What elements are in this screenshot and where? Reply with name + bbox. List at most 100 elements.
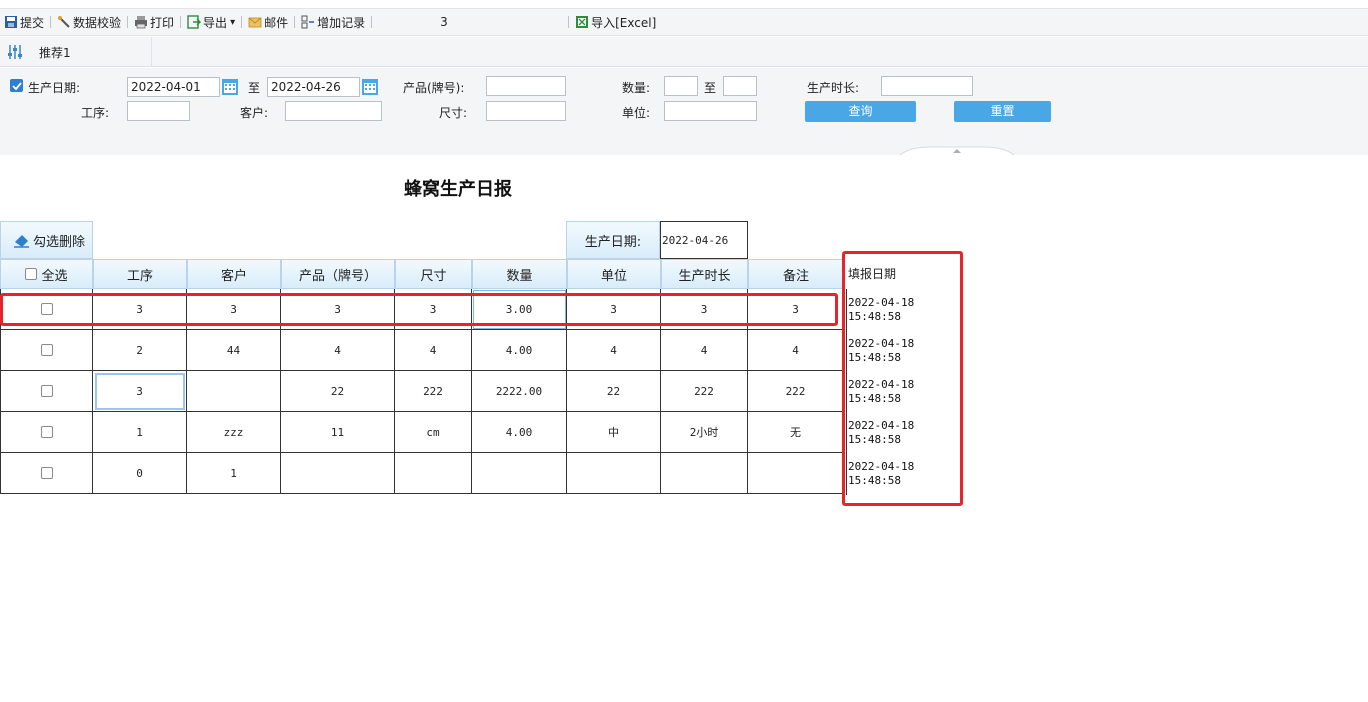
add-record-button[interactable]: 增加记录 [297, 12, 369, 32]
size-field[interactable] [486, 101, 566, 121]
validate-label: 数据校验 [73, 15, 122, 30]
to-label-1: 至 [248, 81, 261, 95]
chevron-down-icon: ▾ [230, 16, 236, 28]
table-cell[interactable] [472, 453, 567, 494]
table-cell[interactable]: 4 [661, 330, 748, 371]
table-cell[interactable]: 中 [567, 412, 661, 453]
table-cell[interactable]: 2小时 [661, 412, 748, 453]
submit-label: 提交 [20, 15, 45, 30]
mail-icon [248, 17, 262, 28]
filter-settings-icon[interactable] [0, 37, 30, 67]
table-cell[interactable]: 222 [661, 371, 748, 412]
delete-selected-label: 勾选删除 [33, 234, 86, 250]
reset-button[interactable]: 重置 [954, 101, 1051, 122]
qty-from-field[interactable] [664, 76, 698, 96]
select-all-checkbox[interactable] [25, 268, 38, 280]
collapse-toggle[interactable] [900, 146, 1014, 155]
row-checkbox[interactable] [40, 344, 53, 356]
date-from-field[interactable]: 2022-04-01 [127, 77, 220, 97]
date-to-field[interactable]: 2022-04-26 [267, 77, 360, 97]
table-cell[interactable] [281, 453, 395, 494]
unit-label: 单位: [622, 106, 651, 120]
table-cell[interactable]: zzz [187, 412, 281, 453]
import-excel-label: 导入[Excel] [591, 15, 657, 30]
add-row-icon [301, 15, 315, 29]
table-cell[interactable]: 2222.00 [472, 371, 567, 412]
table-cell[interactable]: 无 [748, 412, 844, 453]
column-header: 产品（牌号） [281, 259, 395, 289]
table-cell[interactable]: 4 [748, 330, 844, 371]
table-cell[interactable]: 4 [567, 330, 661, 371]
check-icon [11, 81, 22, 90]
tab-recommend[interactable]: 推荐1 [30, 37, 152, 67]
table-cell[interactable]: 44 [187, 330, 281, 371]
table-cell[interactable]: 222 [395, 371, 472, 412]
row-select-cell [0, 330, 93, 371]
select-all[interactable]: 全选 [0, 259, 93, 289]
table-cell[interactable]: 0 [93, 453, 187, 494]
table-cell[interactable]: 2 [93, 330, 187, 371]
table-cell[interactable]: 22 [281, 371, 395, 412]
table-cell[interactable] [567, 453, 661, 494]
toolbar-separator [180, 16, 182, 28]
qty-to-field[interactable] [723, 76, 757, 96]
toolbar-separator [371, 16, 373, 28]
page-number: 3 [440, 15, 448, 29]
row-checkbox[interactable] [40, 385, 53, 397]
table-cell[interactable]: 1 [93, 412, 187, 453]
product-label: 产品(牌号): [403, 81, 465, 95]
table-cell[interactable]: 3 [93, 371, 187, 412]
mail-label: 邮件 [264, 15, 289, 30]
duration-label: 生产时长: [807, 81, 860, 95]
print-button[interactable]: 打印 [130, 12, 178, 32]
column-header: 生产时长 [661, 259, 748, 289]
table-cell[interactable] [661, 453, 748, 494]
delete-selected-button[interactable]: 勾选删除 [0, 221, 93, 259]
duration-field[interactable] [881, 76, 973, 96]
customer-label: 客户: [240, 106, 269, 120]
import-excel-button[interactable]: 导入[Excel] [571, 12, 660, 32]
column-header: 数量 [472, 259, 567, 289]
mail-button[interactable]: 邮件 [244, 12, 292, 32]
table-cell[interactable] [748, 453, 844, 494]
table-cell[interactable]: 11 [281, 412, 395, 453]
column-header: 单位 [567, 259, 661, 289]
submit-button[interactable]: 提交 [0, 12, 48, 32]
validate-button[interactable]: 数据校验 [53, 12, 125, 32]
table-cell[interactable]: 4 [395, 330, 472, 371]
table-cell[interactable]: cm [395, 412, 472, 453]
excel-icon [576, 16, 589, 28]
report-title: 蜂窝生产日报 [404, 179, 512, 200]
row-checkbox[interactable] [40, 467, 53, 479]
wand-icon [58, 16, 70, 28]
process-field[interactable] [127, 101, 190, 121]
customer-field[interactable] [285, 101, 382, 121]
printer-icon [135, 16, 148, 29]
table-cell[interactable]: 4.00 [472, 412, 567, 453]
side-highlight-box [842, 251, 963, 506]
calendar-icon[interactable] [361, 78, 379, 96]
table-cell[interactable]: 4 [281, 330, 395, 371]
product-field[interactable] [486, 76, 566, 96]
column-header: 尺寸 [395, 259, 472, 289]
calendar-icon[interactable] [221, 78, 239, 96]
table-cell[interactable]: 4.00 [472, 330, 567, 371]
table-cell[interactable] [187, 371, 281, 412]
unit-field[interactable] [664, 101, 757, 121]
export-dropdown[interactable]: 导出 ▾ [183, 12, 239, 32]
select-all-label: 全选 [41, 268, 68, 284]
table-cell[interactable] [395, 453, 472, 494]
table-cell[interactable]: 222 [748, 371, 844, 412]
table-cell[interactable]: 1 [187, 453, 281, 494]
prod-date-checkbox[interactable] [10, 79, 23, 92]
toolbar-separator [127, 16, 129, 28]
print-label: 打印 [150, 15, 175, 30]
query-button[interactable]: 查询 [805, 101, 916, 122]
toolbar: 提交 数据校验 打印 导出 ▾ 邮件 增加记录 3 导入[Excel] [0, 8, 1368, 36]
report-date-value: 2022-04-26 [660, 221, 748, 259]
toolbar-separator [294, 16, 296, 28]
process-label: 工序: [81, 106, 110, 120]
table-cell[interactable]: 22 [567, 371, 661, 412]
row-select-cell [0, 371, 93, 412]
row-checkbox[interactable] [40, 426, 53, 438]
